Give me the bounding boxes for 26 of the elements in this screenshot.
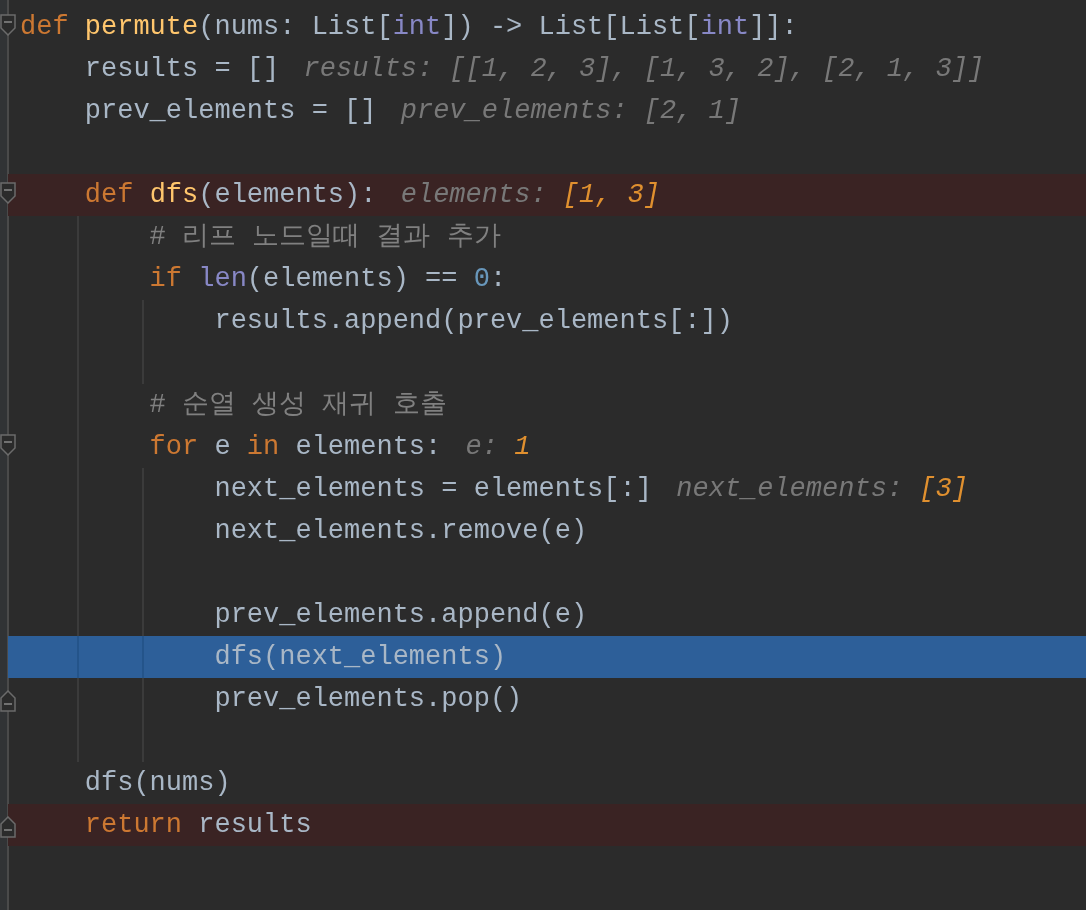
- code-line: def permute(nums: List[int]) -> List[List[int]]:: [20, 11, 798, 44]
- code-line: if len(elements) == 0:: [148, 263, 507, 296]
- code-line: prev_elements.append(e): [213, 599, 588, 632]
- code-line: prev_elements.pop(): [213, 683, 523, 716]
- code-line: prev_elements = []: [83, 95, 377, 128]
- code-line: # 리프 노드일때 결과 추가: [148, 221, 501, 254]
- inline-value-hint: results: [[1, 2, 3], [1, 3, 2], [2, 1, 3]]: [303, 52, 985, 86]
- code-line: next_elements = elements[:]: [213, 473, 652, 506]
- fold-marker-icon[interactable]: [0, 816, 16, 838]
- code-line: results = []: [83, 53, 280, 86]
- code-line: next_elements.remove(e): [213, 515, 588, 548]
- inline-value-hint: elements: [1, 3]: [400, 178, 660, 212]
- inline-value-hint: prev_elements: [2, 1]: [400, 94, 742, 128]
- fold-marker-icon[interactable]: [0, 182, 16, 204]
- code-line: results.append(prev_elements[:]): [213, 305, 733, 338]
- code-line: dfs(next_elements): [213, 641, 507, 674]
- code-line: def dfs(elements):: [83, 179, 377, 212]
- code-line: for e in elements:: [148, 431, 442, 464]
- code-line: return results: [83, 809, 312, 842]
- fold-marker-icon[interactable]: [0, 434, 16, 456]
- fold-marker-icon[interactable]: [0, 690, 16, 712]
- inline-value-hint: next_elements: [3]: [676, 472, 968, 506]
- code-line: # 순열 생성 재귀 호출: [148, 389, 447, 422]
- inline-value-hint: e: 1: [465, 430, 531, 464]
- fold-marker-icon[interactable]: [0, 14, 16, 36]
- code-line: dfs(nums): [83, 767, 231, 800]
